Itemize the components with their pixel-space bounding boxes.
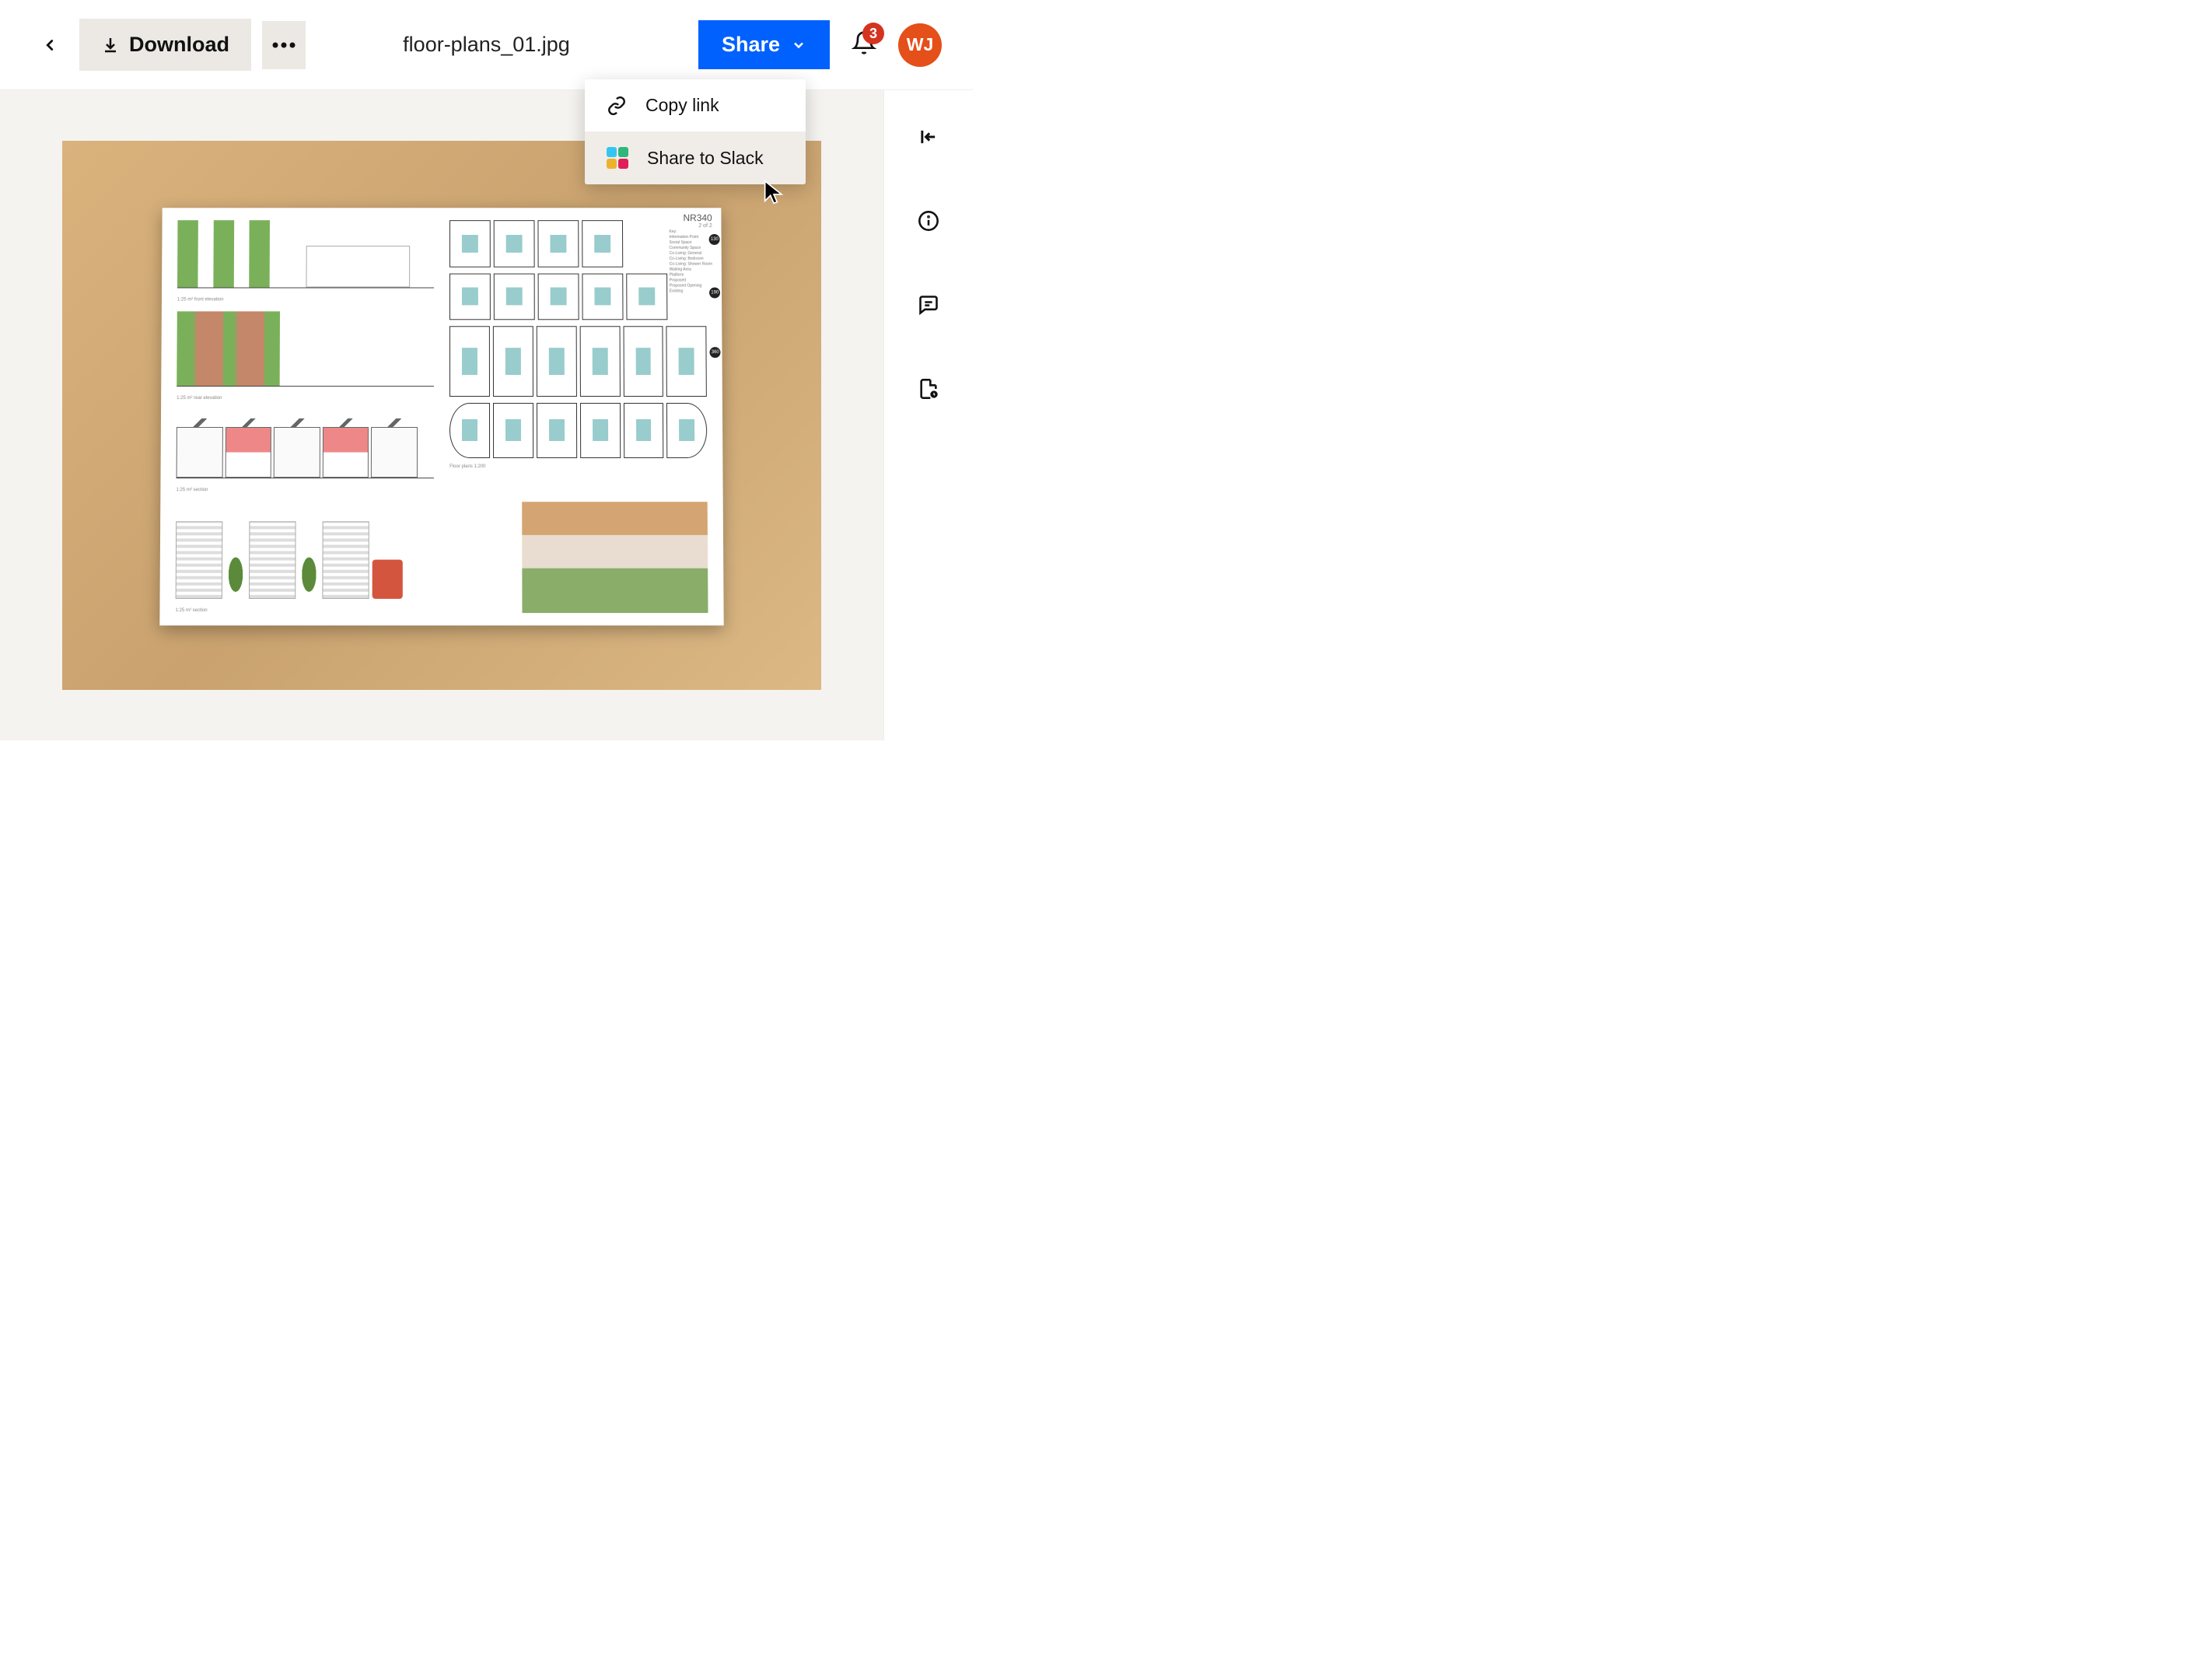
notifications-button[interactable]: 3 [852,30,876,59]
more-button[interactable] [262,21,306,69]
floor-plan-row: 360 [449,326,707,397]
section-drawing [175,502,434,598]
elevation-caption: 1:25 m² rear elevation [177,396,434,401]
floor-plan-row: 190 [449,273,706,320]
comments-button[interactable] [918,294,939,316]
slack-icon [607,147,628,169]
sqm-tag: 360 [710,347,721,358]
file-clock-icon [918,378,939,400]
floor-plan-row: 130 [449,220,706,267]
preview-background: NR340 2 of 2 Key: Information Point Soci… [62,141,821,690]
info-button[interactable] [918,210,939,232]
back-button[interactable] [31,26,68,64]
elevation-caption: 1:25 m² front elevation [177,297,434,302]
preview-area: NR340 2 of 2 Key: Information Point Soci… [0,90,883,740]
elevation-drawing [177,311,434,387]
floorplan-caption: Floor plans 1:200 [449,464,708,468]
collapse-icon [918,126,939,148]
section-caption: 1:25 m² section [176,488,434,492]
section-drawing [176,410,434,478]
content: NR340 2 of 2 Key: Information Point Soci… [0,90,973,740]
download-icon [101,36,120,54]
cursor-icon [761,176,787,208]
more-icon [271,42,296,48]
download-label: Download [129,33,229,57]
share-label: Share [722,33,780,57]
notification-badge: 3 [862,23,884,44]
section-caption: 1:25 m² section [175,607,434,612]
avatar[interactable]: WJ [898,23,942,67]
right-panel [883,90,973,740]
comment-icon [918,294,939,316]
copy-link-item[interactable]: Copy link [585,79,806,131]
floor-plan-document: NR340 2 of 2 Key: Information Point Soci… [159,208,724,625]
sqm-tag: 190 [709,287,720,298]
filename: floor-plans_01.jpg [403,33,570,57]
collapse-panel-button[interactable] [918,126,939,148]
share-button[interactable]: Share [698,20,830,69]
floor-plan-row [449,403,707,458]
share-slack-label: Share to Slack [647,148,764,169]
download-button[interactable]: Download [79,19,251,71]
share-dropdown: Copy link Share to Slack [585,79,806,184]
copy-link-label: Copy link [645,95,719,116]
header: Download floor-plans_01.jpg Share 3 WJ [0,0,973,90]
elevation-drawing [177,220,434,289]
info-icon [918,210,939,232]
chevron-left-icon [41,37,58,54]
version-history-button[interactable] [918,378,939,400]
link-icon [607,96,627,116]
interior-render [522,502,708,612]
sqm-tag: 130 [709,234,720,245]
chevron-down-icon [791,37,806,53]
